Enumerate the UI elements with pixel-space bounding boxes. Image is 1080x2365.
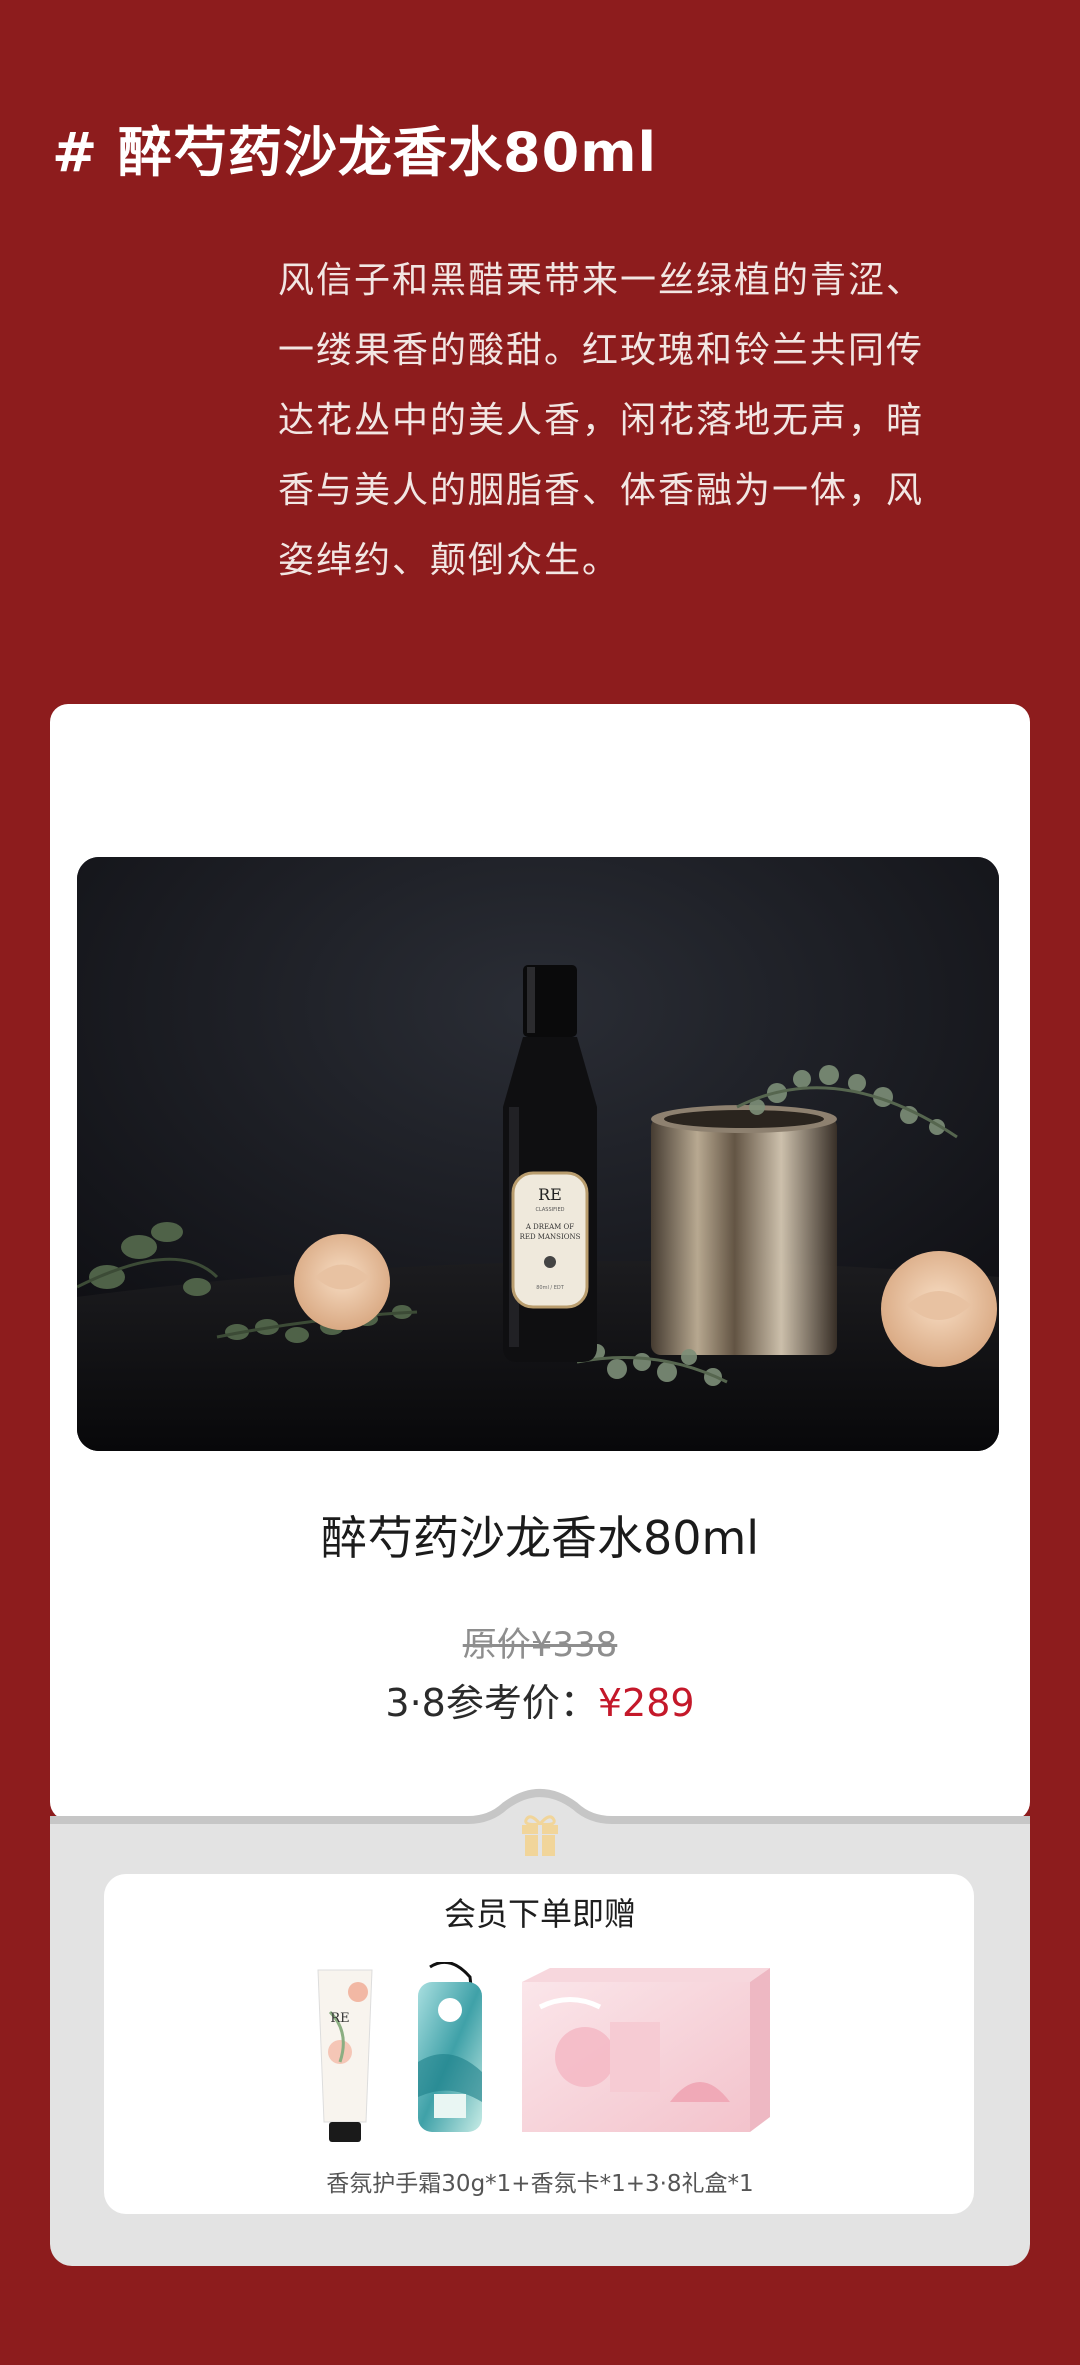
bottle-volume: 80ml / EDT [536, 1285, 564, 1291]
price-value: ¥289 [597, 1681, 695, 1725]
gift-brand-mark: RE [330, 2011, 349, 2026]
page-heading: # 醉芍药沙龙香水80ml [52, 121, 657, 184]
bottle-brand: RE [538, 1185, 562, 1204]
gift-title: 会员下单即赠 [443, 1895, 636, 1933]
scent-card-item [418, 1962, 482, 2132]
price-label: 3·8参考价： [385, 1681, 598, 1725]
bottle-line1: A DREAM OF [525, 1223, 574, 1231]
gift-icon [522, 1815, 558, 1856]
gift-items-image: RE [317, 1962, 770, 2142]
reference-price: 3·8参考价：¥289 [0, 1672, 1080, 1727]
gift-box-item [522, 1968, 770, 2132]
original-price-text: 原价¥338 [462, 1625, 618, 1665]
perfume-scene-image: RE CLASSIFIED A DREAM OF RED MANSIONS 80… [77, 857, 999, 1451]
rose-emblem-icon [544, 1256, 556, 1268]
bottle-sub: CLASSIFIED [536, 1207, 565, 1213]
bottle-line2: RED MANSIONS [520, 1233, 581, 1241]
product-photo[interactable]: RE CLASSIFIED A DREAM OF RED MANSIONS 80… [77, 857, 999, 1451]
hand-cream-item: RE [317, 1969, 373, 2142]
gift-description: 香氛护手霜30g*1+香氛卡*1+3·8礼盒*1 [326, 2171, 754, 2197]
intro-line: 达花丛中的美人香，闲花落地无声，暗 [278, 400, 925, 441]
product-intro: 风信子和黑醋栗带来一丝绿植的青涩、 一缕果香的酸甜。红玫瑰和铃兰共同传 达花丛中… [278, 246, 1018, 596]
intro-line: 香与美人的胭脂香、体香融为一体，风 [278, 470, 925, 511]
product-title: 醉芍药沙龙香水80ml [320, 1511, 760, 1565]
intro-line: 一缕果香的酸甜。红玫瑰和铃兰共同传 [278, 330, 925, 371]
original-price: 原价¥338 [0, 1617, 1080, 1666]
intro-line: 姿绰约、颠倒众生。 [278, 540, 621, 581]
intro-line: 风信子和黑醋栗带来一丝绿植的青涩、 [278, 260, 925, 301]
